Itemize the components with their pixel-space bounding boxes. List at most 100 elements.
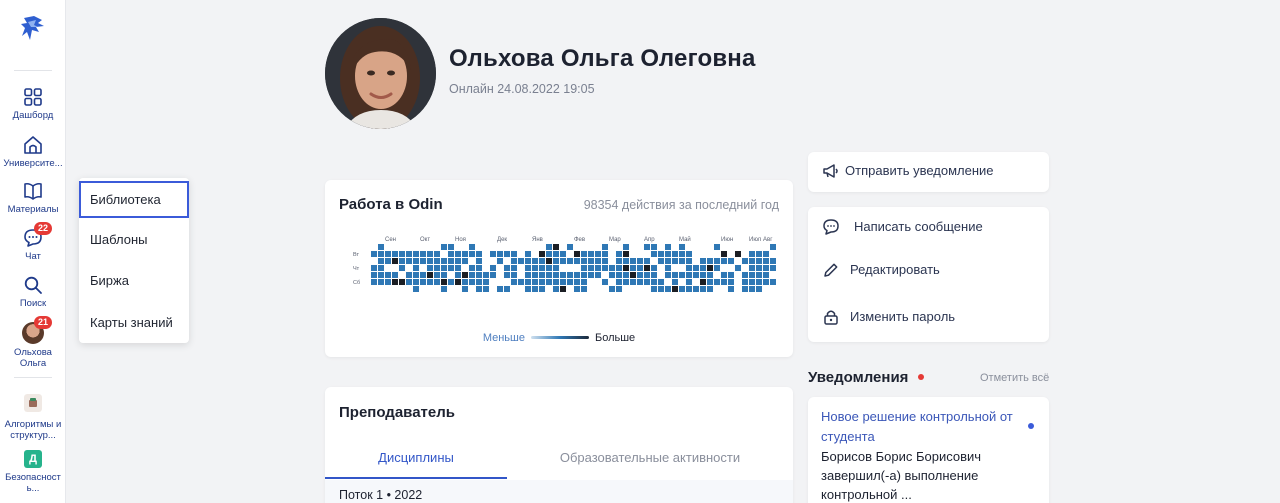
heatmap-cell	[749, 272, 755, 278]
send-notification-button[interactable]: Отправить уведомление	[822, 160, 1042, 184]
heatmap-cell	[497, 286, 503, 292]
menu-item-templates[interactable]: Шаблоны	[79, 221, 189, 258]
heatmap-month-label: Апр	[644, 237, 655, 243]
tab-educational-activities[interactable]: Образовательные активности	[507, 443, 793, 479]
heatmap-cell	[378, 258, 384, 264]
heatmap-cell	[511, 279, 517, 285]
heatmap-cell	[721, 279, 727, 285]
heatmap-cell	[567, 279, 573, 285]
mark-all-read-link[interactable]: Отметить всё	[980, 372, 1049, 384]
heatmap-cell	[504, 251, 510, 257]
heatmap-cell	[609, 279, 615, 285]
heatmap-cell	[392, 265, 398, 271]
heatmap-cell	[651, 272, 657, 278]
heatmap-cell	[483, 272, 489, 278]
sidebar-item-chat[interactable]: 22 Чат	[0, 222, 66, 262]
heatmap-cell	[609, 272, 615, 278]
heatmap-cell	[413, 258, 419, 264]
heatmap-cell	[679, 258, 685, 264]
profile-notification-badge: 21	[34, 316, 53, 329]
heatmap-cell	[518, 272, 524, 278]
heatmap-cell	[728, 272, 734, 278]
heatmap-cell	[560, 286, 566, 292]
heatmap-cell	[672, 258, 678, 264]
heatmap-cell	[462, 265, 468, 271]
message-icon	[823, 219, 839, 235]
change-password-button[interactable]: Изменить пароль	[822, 306, 1042, 330]
heatmap-cell	[756, 286, 762, 292]
heatmap-cell	[385, 251, 391, 257]
sidebar-course-security[interactable]: Д Безопасност ь...	[0, 450, 66, 494]
heatmap-cell	[532, 286, 538, 292]
heatmap-cell	[770, 244, 776, 250]
heatmap-cell	[378, 244, 384, 250]
heatmap-cell	[385, 265, 391, 271]
sidebar-item-university[interactable]: Университе...	[0, 135, 66, 169]
heatmap-cell	[623, 251, 629, 257]
heatmap-cell	[413, 251, 419, 257]
write-message-button[interactable]: Написать сообщение	[822, 216, 1042, 240]
heatmap-cell	[371, 251, 377, 257]
sidebar-item-dashboard[interactable]: Дашборд	[0, 87, 66, 121]
heatmap-cell	[770, 251, 776, 257]
send-notification-label: Отправить уведомление	[845, 163, 994, 178]
heatmap-cell	[770, 272, 776, 278]
heatmap-month-label: Мар	[609, 237, 621, 243]
edit-profile-button[interactable]: Редактировать	[822, 259, 1042, 283]
heatmap-cell	[553, 265, 559, 271]
heatmap-cell	[665, 286, 671, 292]
sidebar-item-materials[interactable]: Материалы	[0, 181, 66, 215]
heatmap-cell	[665, 258, 671, 264]
odin-logo-icon[interactable]	[20, 14, 46, 44]
course-label-line1: Безопасност	[5, 472, 61, 483]
menu-item-knowledge-maps[interactable]: Карты знаний	[79, 304, 189, 341]
course-security-icon: Д	[24, 450, 42, 468]
heatmap-cell	[462, 251, 468, 257]
heatmap-cell	[728, 251, 734, 257]
heatmap-cell	[686, 251, 692, 257]
profile-label-line1: Ольхова	[14, 347, 52, 358]
heatmap-cell	[602, 272, 608, 278]
heatmap-cell	[504, 286, 510, 292]
sidebar-item-profile[interactable]: 21 Ольхова Ольга	[0, 316, 66, 369]
heatmap-cell	[581, 265, 587, 271]
heatmap-cell	[644, 258, 650, 264]
notification-item[interactable]: Новое решение контрольной от студента Бо…	[808, 397, 1049, 503]
menu-item-exchange[interactable]: Биржа	[79, 262, 189, 299]
heatmap-cell	[735, 279, 741, 285]
heatmap-cell	[700, 265, 706, 271]
heatmap-cell	[476, 272, 482, 278]
search-icon	[24, 276, 42, 294]
menu-item-library[interactable]: Библиотека	[79, 181, 189, 218]
heatmap-month-label: Май	[679, 236, 691, 243]
heatmap-cell	[462, 258, 468, 264]
heatmap-cell	[721, 251, 727, 257]
heatmap-cell	[602, 251, 608, 257]
heatmap-cell	[441, 286, 447, 292]
heatmap-cell	[567, 251, 573, 257]
heatmap-cell	[441, 258, 447, 264]
heatmap-cell	[441, 272, 447, 278]
heatmap-cell	[707, 258, 713, 264]
heatmap-cell	[483, 258, 489, 264]
heatmap-cell	[721, 272, 727, 278]
book-icon	[24, 182, 42, 200]
course-algorithms-icon	[24, 394, 42, 412]
heatmap-cell	[532, 272, 538, 278]
heatmap-cell	[630, 272, 636, 278]
sidebar-item-search[interactable]: Поиск	[0, 275, 66, 309]
sidebar-course-algorithms[interactable]: Алгоритмы и структур...	[0, 394, 66, 441]
heatmap-cell	[504, 279, 510, 285]
stream-row[interactable]: Поток 1 • 2022	[325, 480, 793, 503]
heatmap-cell	[399, 251, 405, 257]
heatmap-cell	[616, 265, 622, 271]
heatmap-cell	[413, 272, 419, 278]
tab-disciplines[interactable]: Дисциплины	[325, 443, 507, 479]
heatmap-cell	[658, 258, 664, 264]
heatmap-cell	[644, 251, 650, 257]
heatmap-cell	[560, 258, 566, 264]
heatmap-cell	[686, 265, 692, 271]
heatmap-cell	[574, 279, 580, 285]
heatmap-cell	[532, 265, 538, 271]
heatmap-legend: Меньше Больше	[325, 332, 793, 344]
